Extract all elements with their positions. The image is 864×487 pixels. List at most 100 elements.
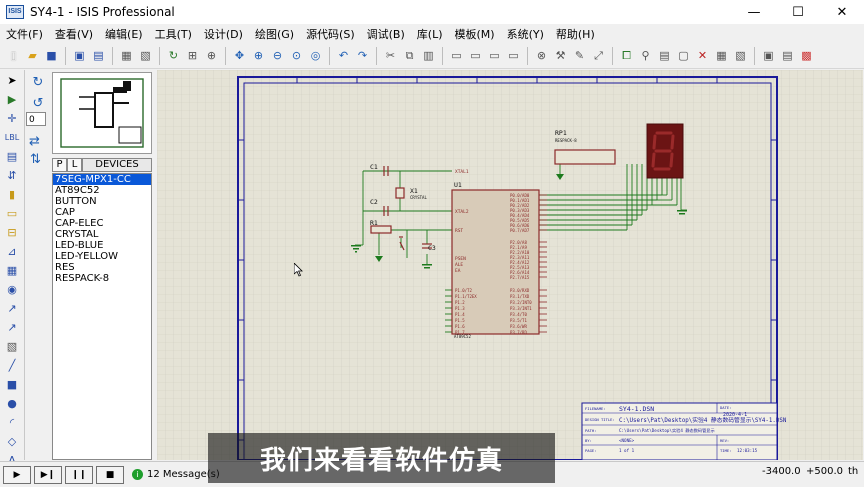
schematic-canvas[interactable]: P0.0/AD0 P0.1/AD1 P0.2/AD2 P0.3/AD3 P0.4/A… (157, 70, 863, 460)
resistor-pack-rp1[interactable] (554, 149, 616, 165)
device-item[interactable]: CAP (53, 207, 151, 218)
export-icon[interactable]: ▤ (91, 48, 106, 63)
rotate-anticlockwise-icon[interactable]: ↺ (29, 94, 47, 112)
menu-template[interactable]: 模板(M) (449, 26, 501, 42)
wire-autorouter-icon[interactable]: ⧠ (619, 48, 634, 63)
label-c3: C3 (428, 244, 436, 252)
text-script-icon[interactable]: ▤ (3, 147, 21, 165)
generator-icon[interactable]: ◉ (3, 280, 21, 298)
pick-device-icon[interactable]: ⊗ (534, 48, 549, 63)
device-pins-icon[interactable]: ⊟ (3, 223, 21, 241)
zoom-area-icon[interactable]: ◎ (308, 48, 323, 63)
subcircuit-icon[interactable]: ▮ (3, 185, 21, 203)
overview-window[interactable] (52, 72, 152, 154)
make-device-icon[interactable]: ⚒ (553, 48, 568, 63)
coord-unit: th (848, 466, 859, 477)
menu-file[interactable]: 文件(F) (0, 26, 49, 42)
message-indicator[interactable]: i 12 Message(s) (132, 469, 220, 480)
arc-draw-icon[interactable]: ◜ (3, 413, 21, 431)
device-item[interactable]: CRYSTAL (53, 229, 151, 240)
device-item[interactable]: RESPACK-8 (53, 273, 151, 284)
remove-sheet-icon[interactable]: ✕ (695, 48, 710, 63)
menu-tools[interactable]: 工具(T) (149, 26, 198, 42)
copy-icon[interactable]: ⧉ (402, 48, 417, 63)
path-draw-icon[interactable]: ◇ (3, 432, 21, 450)
menu-library[interactable]: 库(L) (411, 26, 449, 42)
undo-icon[interactable]: ↶ (336, 48, 351, 63)
graph-icon[interactable]: ⊿ (3, 242, 21, 260)
pause-button[interactable]: ❙❙ (65, 465, 93, 484)
property-tool-icon[interactable]: ▤ (657, 48, 672, 63)
terminals-icon[interactable]: ▭ (3, 204, 21, 222)
ares-icon[interactable]: ▤ (780, 48, 795, 63)
decompose-icon[interactable]: ⤢ (591, 48, 606, 63)
component-mode-icon[interactable]: ▶ (3, 90, 21, 108)
device-item[interactable]: LED-YELLOW (53, 251, 151, 262)
zoom-out-icon[interactable]: ⊖ (270, 48, 285, 63)
block-delete-icon[interactable]: ▭ (506, 48, 521, 63)
box-draw-icon[interactable]: ■ (3, 375, 21, 393)
menu-help[interactable]: 帮助(H) (550, 26, 601, 42)
cut-icon[interactable]: ✂ (383, 48, 398, 63)
block-copy-icon[interactable]: ▭ (449, 48, 464, 63)
tape-recorder-icon[interactable]: ▦ (3, 261, 21, 279)
minimize-button[interactable]: — (732, 0, 776, 24)
virtual-instruments-icon[interactable]: ▧ (3, 337, 21, 355)
print-area-icon[interactable]: ▧ (138, 48, 153, 63)
rotate-clockwise-icon[interactable]: ↻ (29, 73, 47, 91)
menu-graph[interactable]: 绘图(G) (249, 26, 300, 42)
pick-devices-button[interactable]: P (52, 158, 67, 172)
redo-icon[interactable]: ↷ (355, 48, 370, 63)
grid-icon[interactable]: ⊞ (185, 48, 200, 63)
bus-icon[interactable]: ⇵ (3, 166, 21, 184)
menu-design[interactable]: 设计(D) (198, 26, 249, 42)
device-item[interactable]: CAP-ELEC (53, 218, 151, 229)
device-item[interactable]: 7SEG-MPX1-CC (53, 174, 151, 185)
selection-mode-icon[interactable]: ➤ (3, 71, 21, 89)
print-icon[interactable]: ▦ (119, 48, 134, 63)
menu-view[interactable]: 查看(V) (49, 26, 99, 42)
voltage-probe-icon[interactable]: ↗ (3, 299, 21, 317)
library-manager-button[interactable]: L (67, 158, 82, 172)
play-button[interactable]: ▶ (3, 465, 31, 484)
mirror-vertical-icon[interactable]: ⇅ (30, 152, 41, 167)
junction-dot-icon[interactable]: ✛ (3, 109, 21, 127)
import-icon[interactable]: ▣ (72, 48, 87, 63)
circle-draw-icon[interactable]: ● (3, 394, 21, 412)
menu-source[interactable]: 源代码(S) (300, 26, 361, 42)
electrical-rule-check-icon[interactable]: ▧ (733, 48, 748, 63)
menu-edit[interactable]: 编辑(E) (99, 26, 149, 42)
paste-icon[interactable]: ▥ (421, 48, 436, 63)
menu-debug[interactable]: 调试(B) (361, 26, 411, 42)
step-button[interactable]: ▶❙ (34, 465, 62, 484)
device-item[interactable]: BUTTON (53, 196, 151, 207)
zoom-all-icon[interactable]: ⊙ (289, 48, 304, 63)
device-item[interactable]: LED-BLUE (53, 240, 151, 251)
save-icon[interactable]: ■ (44, 48, 59, 63)
device-item[interactable]: RES (53, 262, 151, 273)
pan-icon[interactable]: ✥ (232, 48, 247, 63)
block-rotate-icon[interactable]: ▭ (487, 48, 502, 63)
search-icon[interactable]: ⚲ (638, 48, 653, 63)
close-button[interactable]: ✕ (820, 0, 864, 24)
maximize-button[interactable]: ☐ (776, 0, 820, 24)
new-sheet-icon[interactable]: ▢ (676, 48, 691, 63)
wire-label-icon[interactable]: LBL (3, 128, 21, 146)
ares-pcb-icon[interactable]: ▩ (799, 48, 814, 63)
mirror-horizontal-icon[interactable]: ⇄ (29, 134, 40, 149)
device-item[interactable]: AT89C52 (53, 185, 151, 196)
refresh-icon[interactable]: ↻ (166, 48, 181, 63)
rotation-angle-field[interactable]: 0 (26, 112, 46, 126)
packaging-icon[interactable]: ✎ (572, 48, 587, 63)
menu-system[interactable]: 系统(Y) (501, 26, 550, 42)
block-move-icon[interactable]: ▭ (468, 48, 483, 63)
open-folder-icon[interactable]: ▰ (25, 48, 40, 63)
current-probe-icon[interactable]: ↗ (3, 318, 21, 336)
bill-of-materials-icon[interactable]: ▦ (714, 48, 729, 63)
new-file-icon[interactable]: ▯ (6, 48, 21, 63)
netlist-icon[interactable]: ▣ (761, 48, 776, 63)
zoom-in-icon[interactable]: ⊕ (251, 48, 266, 63)
origin-icon[interactable]: ⊕ (204, 48, 219, 63)
stop-button[interactable]: ■ (96, 465, 124, 484)
line-draw-icon[interactable]: ╱ (3, 356, 21, 374)
